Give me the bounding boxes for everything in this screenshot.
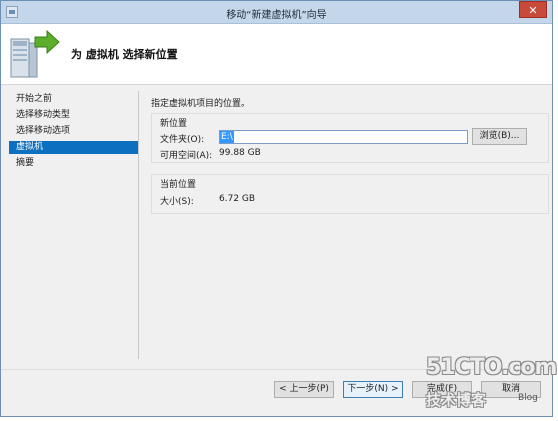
next-button[interactable]: 下一步(N) > <box>343 381 403 398</box>
wizard-steps: 开始之前 选择移动类型 选择移动选项 虚拟机 摘要 <box>9 93 139 173</box>
folder-input-selected-text: E:\ <box>220 131 234 143</box>
watermark-blog: Blog <box>518 393 538 403</box>
free-space-label: 可用空间(A): <box>160 151 213 161</box>
window-title: 移动“新建虚拟机”向导 <box>226 10 327 21</box>
new-location-title: 新位置 <box>160 119 188 129</box>
title-bar: 移动“新建虚拟机”向导 ✕ <box>1 1 552 24</box>
watermark-tagline: 技术博客 <box>426 391 487 409</box>
instruction-text: 指定虚拟机项目的位置。 <box>151 99 251 109</box>
current-location-group: 当前位置 大小(S): 6.72 GB <box>151 174 549 214</box>
nav-item-virtual-machine[interactable]: 虚拟机 <box>9 141 139 154</box>
free-space-value: 99.88 GB <box>219 148 261 158</box>
nav-item-summary[interactable]: 摘要 <box>9 157 139 170</box>
browse-button[interactable]: 浏览(B)... <box>472 128 527 145</box>
watermark-site: 51CTO.com <box>426 355 557 380</box>
nav-divider <box>138 91 139 359</box>
server-move-icon <box>10 29 60 78</box>
size-label: 大小(S): <box>160 197 194 207</box>
page-title: 为 虚拟机 选择新位置 <box>71 48 178 61</box>
size-value: 6.72 GB <box>219 194 256 204</box>
nav-item-move-type[interactable]: 选择移动类型 <box>9 109 139 122</box>
nav-item-before-you-begin[interactable]: 开始之前 <box>9 93 139 106</box>
previous-button[interactable]: < 上一步(P) <box>274 381 334 398</box>
folder-label: 文件夹(O): <box>160 135 205 145</box>
wizard-header: 为 虚拟机 选择新位置 <box>1 24 552 85</box>
nav-item-move-options[interactable]: 选择移动选项 <box>9 125 139 138</box>
new-location-group: 新位置 文件夹(O): E:\ 浏览(B)... 可用空间(A): 99.88 … <box>151 113 549 163</box>
bottom-edge <box>0 417 558 421</box>
site-watermark: 51CTO.com 技术博客 Blog <box>424 355 557 417</box>
current-location-title: 当前位置 <box>160 180 197 190</box>
folder-input[interactable] <box>219 130 468 144</box>
close-button[interactable]: ✕ <box>519 1 547 18</box>
